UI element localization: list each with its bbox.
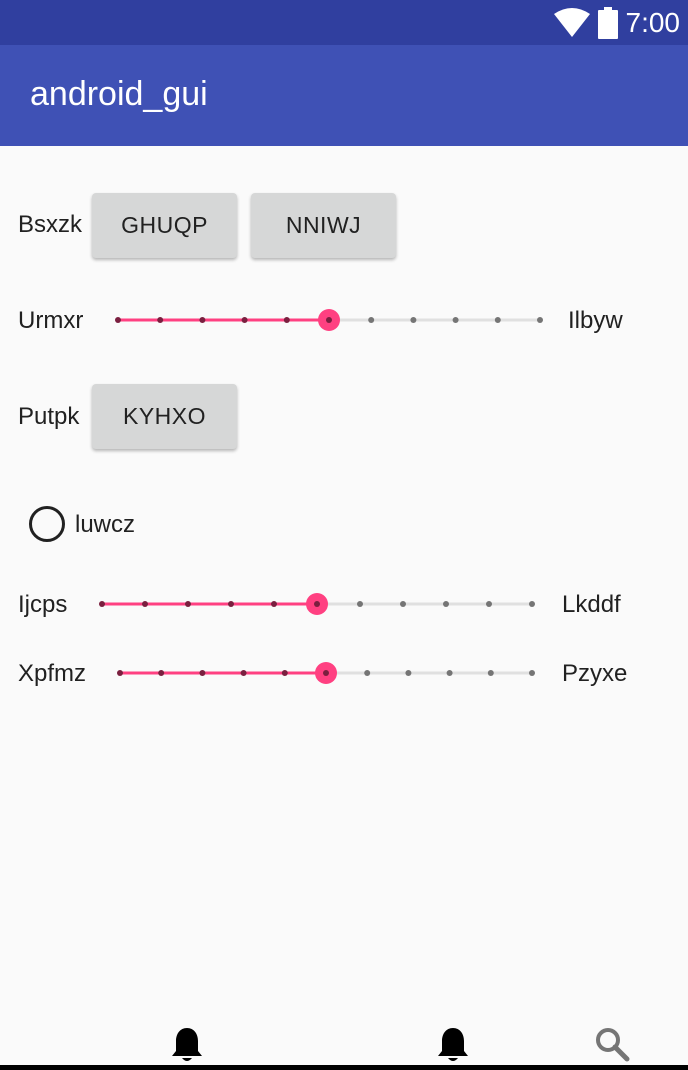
slider-tick xyxy=(537,317,543,323)
slider-tick xyxy=(199,317,206,323)
slider-tick xyxy=(228,601,234,607)
slider-thumb-dot xyxy=(323,670,329,676)
app-title: android_gui xyxy=(30,75,208,113)
status-time: 7:00 xyxy=(625,6,681,38)
slider-thumb-dot xyxy=(314,601,320,607)
slider1-right-label: Ilbyw xyxy=(568,307,623,334)
slider-tick xyxy=(410,317,417,323)
slider-tick xyxy=(241,317,248,323)
slider-tick xyxy=(486,601,492,607)
slider1-left-label: Urmxr xyxy=(18,307,84,334)
battery-icon xyxy=(597,6,618,39)
slider-tick xyxy=(115,317,121,323)
slider-tick xyxy=(281,670,288,676)
slider-tick xyxy=(185,601,191,607)
app-bar: android_gui xyxy=(0,45,688,146)
slider3-right-label: Pzyxe xyxy=(562,660,628,687)
row2-label: Putpk xyxy=(18,403,80,430)
slider2-right-label: Lkddf xyxy=(562,591,621,618)
slider-tick xyxy=(357,601,363,607)
slider-tick xyxy=(368,317,375,323)
slider-tick xyxy=(142,601,148,607)
ijcps-slider[interactable] xyxy=(86,584,546,624)
bell-icon[interactable] xyxy=(437,1026,469,1064)
radio-button[interactable] xyxy=(29,506,65,542)
slider-thumb-dot xyxy=(326,317,332,323)
status-icons: 7:00 xyxy=(553,0,681,45)
slider-tick xyxy=(443,601,449,607)
row1-label: Bsxzk xyxy=(18,211,83,238)
status-bar: 7:00 xyxy=(0,0,688,45)
slider-tick xyxy=(199,670,206,676)
slider3-left-label: Xpfmz xyxy=(18,660,87,687)
slider-tick xyxy=(529,601,535,607)
bell-icon[interactable] xyxy=(171,1026,203,1064)
radio-label: luwcz xyxy=(75,511,136,538)
slider-tick xyxy=(157,317,164,323)
slider-tick xyxy=(158,670,165,676)
slider-tick xyxy=(529,670,535,676)
bottom-navigation xyxy=(0,1020,688,1070)
slider-tick xyxy=(283,317,290,323)
xpfmz-slider[interactable] xyxy=(104,653,554,693)
slider-tick xyxy=(271,601,277,607)
slider2-left-label: Ijcps xyxy=(18,591,68,618)
slider-tick xyxy=(405,670,412,676)
slider-tick xyxy=(117,670,123,676)
nniwj-button[interactable]: NNIWJ xyxy=(251,193,396,258)
slider-tick xyxy=(494,317,501,323)
slider-tick xyxy=(99,601,105,607)
wifi-icon xyxy=(553,7,590,37)
slider-tick xyxy=(446,670,453,676)
search-icon[interactable] xyxy=(594,1026,630,1062)
slider-tick xyxy=(240,670,247,676)
slider-tick xyxy=(452,317,459,323)
bottom-edge xyxy=(0,1065,688,1070)
urmxr-slider[interactable] xyxy=(100,300,560,340)
kyhxo-button[interactable]: KYHXO xyxy=(92,384,237,449)
slider-tick xyxy=(487,670,494,676)
slider-tick xyxy=(364,670,371,676)
slider-tick xyxy=(400,601,406,607)
ghuqp-button[interactable]: GHUQP xyxy=(92,193,237,258)
